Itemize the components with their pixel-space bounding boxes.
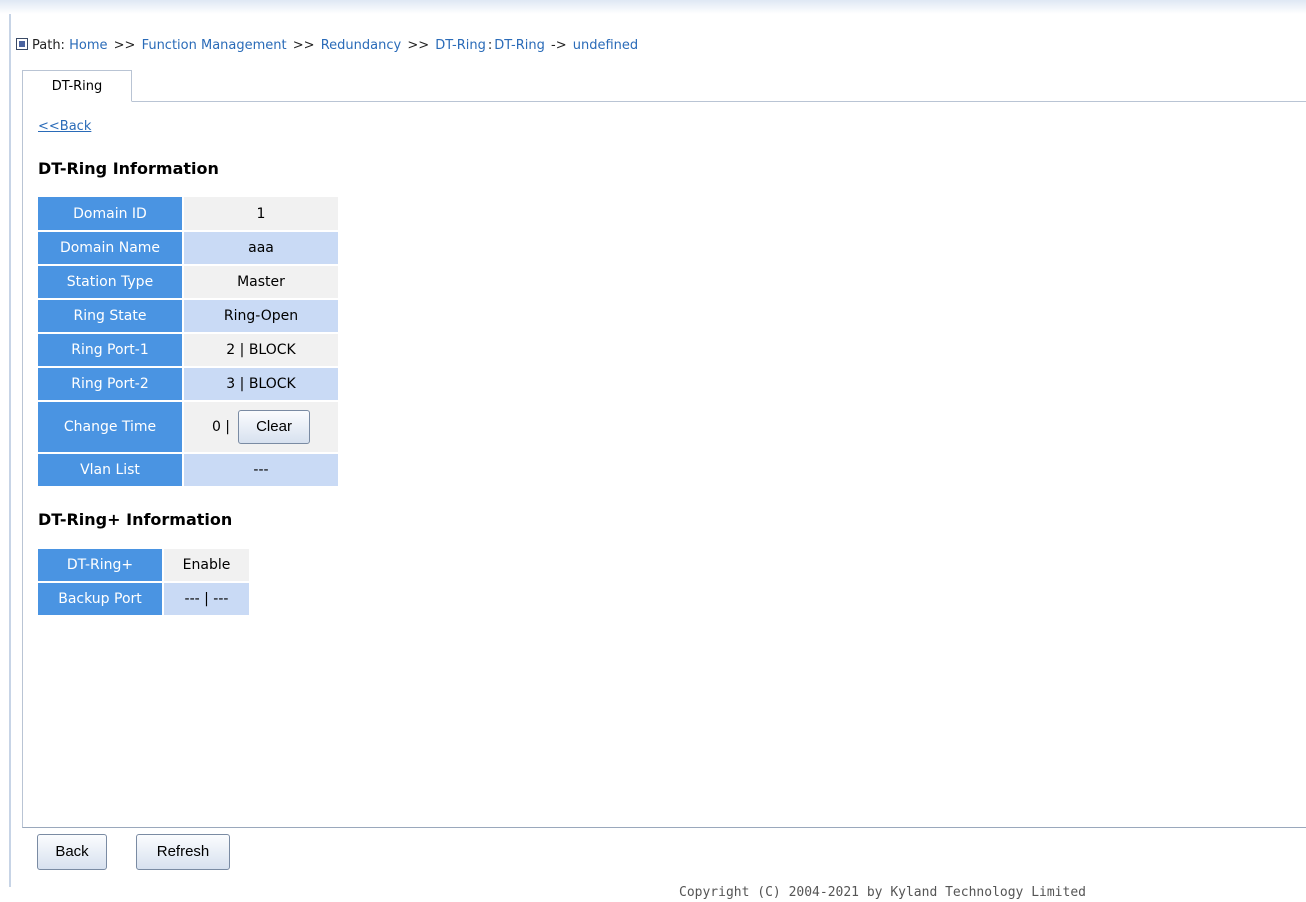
station-type-value: Master xyxy=(184,266,338,300)
square-icon xyxy=(16,38,28,50)
refresh-button[interactable]: Refresh xyxy=(136,834,230,870)
breadcrumb-function-management[interactable]: Function Management xyxy=(142,38,287,53)
clear-button[interactable]: Clear xyxy=(238,410,311,444)
table-row: Domain ID 1 xyxy=(38,197,338,232)
back-link[interactable]: <<Back xyxy=(38,119,91,134)
domain-id-label: Domain ID xyxy=(38,197,184,232)
domain-id-value: 1 xyxy=(184,197,338,232)
breadcrumb-arrow: -> xyxy=(551,38,567,53)
change-time-label: Change Time xyxy=(38,402,184,454)
backup-port-value: --- | --- xyxy=(164,583,249,617)
change-time-cell: 0 | Clear xyxy=(184,402,338,454)
breadcrumb-separator: >> xyxy=(113,38,136,53)
tab-bar: DT-Ring xyxy=(22,70,1306,102)
dt-ring-info-table: Domain ID 1 Domain Name aaa Station Type… xyxy=(38,197,338,488)
ring-port-2-value: 3 | BLOCK xyxy=(184,368,338,402)
ring-state-value: Ring-Open xyxy=(184,300,338,334)
vlan-list-value: --- xyxy=(184,454,338,488)
table-row: Ring State Ring-Open xyxy=(38,300,338,334)
ring-port-1-label: Ring Port-1 xyxy=(38,334,184,368)
breadcrumb-dt-ring[interactable]: DT-Ring xyxy=(435,38,486,53)
breadcrumb-separator: >> xyxy=(407,38,430,53)
table-row: Station Type Master xyxy=(38,266,338,300)
table-row: Change Time 0 | Clear xyxy=(38,402,338,454)
table-row: Backup Port --- | --- xyxy=(38,583,249,617)
table-row: Ring Port-2 3 | BLOCK xyxy=(38,368,338,402)
ring-port-2-label: Ring Port-2 xyxy=(38,368,184,402)
dt-ring-plus-value: Enable xyxy=(164,549,249,583)
dt-ring-plus-info-table: DT-Ring+ Enable Backup Port --- | --- xyxy=(38,549,249,617)
tab-dt-ring[interactable]: DT-Ring xyxy=(22,70,132,102)
dt-ring-plus-label: DT-Ring+ xyxy=(38,549,164,583)
ring-port-1-value: 2 | BLOCK xyxy=(184,334,338,368)
breadcrumb-colon: : xyxy=(487,38,493,53)
copyright-text: Copyright (C) 2004-2021 by Kyland Techno… xyxy=(679,885,1086,900)
breadcrumb-current[interactable]: DT-Ring xyxy=(494,38,545,53)
breadcrumb-separator: >> xyxy=(292,38,315,53)
breadcrumb: Path: Home >> Function Management >> Red… xyxy=(16,36,638,56)
domain-name-label: Domain Name xyxy=(38,232,184,266)
top-strip xyxy=(0,0,1306,14)
back-button[interactable]: Back xyxy=(37,834,107,870)
station-type-label: Station Type xyxy=(38,266,184,300)
change-time-value: 0 | xyxy=(211,419,231,435)
breadcrumb-redundancy[interactable]: Redundancy xyxy=(321,38,401,53)
breadcrumb-label: Path: xyxy=(32,38,65,53)
dt-ring-information-title: DT-Ring Information xyxy=(38,159,219,178)
domain-name-value: aaa xyxy=(184,232,338,266)
table-row: Ring Port-1 2 | BLOCK xyxy=(38,334,338,368)
table-row: Vlan List --- xyxy=(38,454,338,488)
breadcrumb-home[interactable]: Home xyxy=(69,38,107,53)
ring-state-label: Ring State xyxy=(38,300,184,334)
left-border xyxy=(9,14,11,887)
vlan-list-label: Vlan List xyxy=(38,454,184,488)
breadcrumb-tail[interactable]: undefined xyxy=(573,38,638,53)
backup-port-label: Backup Port xyxy=(38,583,164,617)
table-row: Domain Name aaa xyxy=(38,232,338,266)
table-row: DT-Ring+ Enable xyxy=(38,549,249,583)
dt-ring-plus-information-title: DT-Ring+ Information xyxy=(38,510,233,529)
